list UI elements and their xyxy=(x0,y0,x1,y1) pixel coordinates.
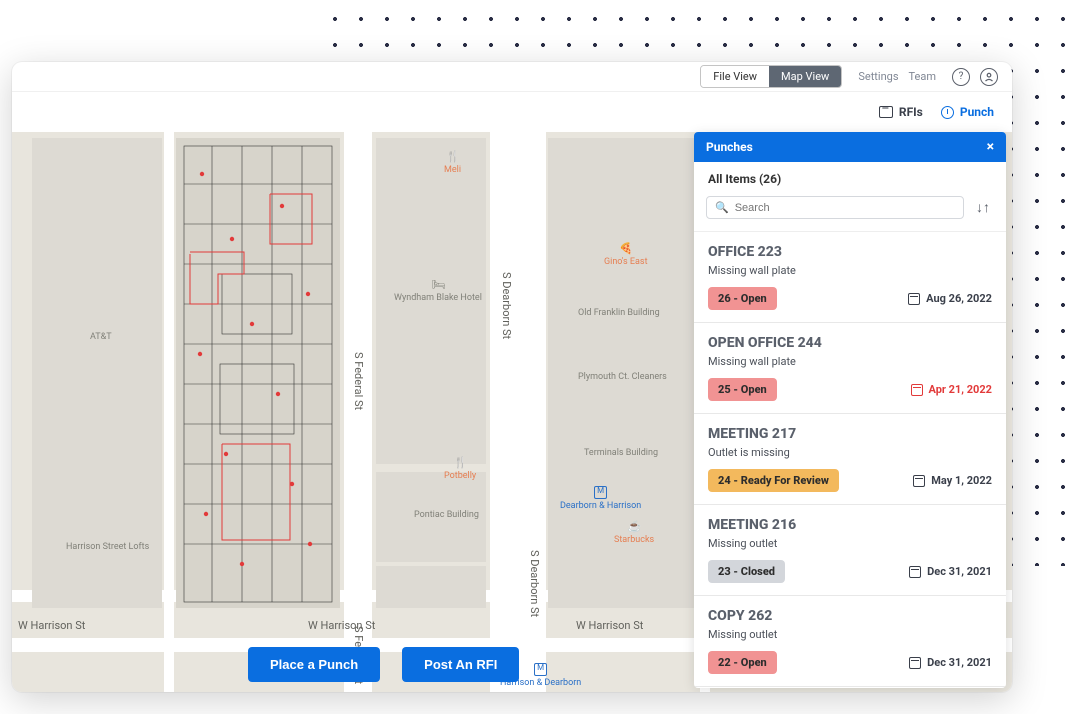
app-window: File View Map View Settings Team ? RFIs … xyxy=(12,62,1012,692)
calendar-icon xyxy=(908,293,920,305)
status-badge: 23 - Closed xyxy=(708,560,785,583)
punch-title: OPEN OFFICE 244 xyxy=(708,335,992,351)
status-badge: 26 - Open xyxy=(708,287,777,310)
team-link[interactable]: Team xyxy=(909,70,937,83)
punches-panel: Punches × All Items (26) 🔍 ↓↑ OFFICE 223… xyxy=(694,132,1006,688)
file-view-button[interactable]: File View xyxy=(701,66,769,87)
poi-label: AT&T xyxy=(90,332,112,344)
restaurant-icon xyxy=(454,456,467,469)
punch-icon xyxy=(941,106,954,119)
help-icon[interactable]: ? xyxy=(952,68,970,86)
punch-item[interactable]: COPY 262 Missing outlet 22 - Open Dec 31… xyxy=(694,595,1006,686)
search-icon: 🔍 xyxy=(715,201,729,214)
poi-starbucks: Starbucks xyxy=(614,520,654,547)
panel-title: Punches xyxy=(706,140,753,154)
post-rfi-button[interactable]: Post An RFI xyxy=(402,647,519,682)
search-row: 🔍 ↓↑ xyxy=(694,190,1006,232)
punch-date: May 1, 2022 xyxy=(913,474,992,487)
poi-label: Harrison Street Lofts xyxy=(66,542,149,554)
punch-description: Missing wall plate xyxy=(708,355,992,368)
street-label: W Harrison St xyxy=(18,619,85,632)
rfis-icon xyxy=(879,106,893,118)
calendar-icon xyxy=(909,657,921,669)
punch-item[interactable]: OPEN OFFICE 244 Missing wall plate 25 - … xyxy=(694,322,1006,413)
tab-label: Punch xyxy=(960,105,994,119)
map-building xyxy=(32,138,162,608)
search-box: 🔍 xyxy=(706,196,964,219)
punch-title: OFFICE 223 xyxy=(708,244,992,260)
punch-date: Dec 31, 2021 xyxy=(909,565,992,578)
floorplan-overlay xyxy=(182,144,334,604)
search-input[interactable] xyxy=(735,202,955,214)
status-badge: 22 - Open xyxy=(708,651,777,674)
road xyxy=(344,132,372,692)
poi-metro-dh: Dearborn & Harrison xyxy=(560,486,641,513)
calendar-icon xyxy=(909,566,921,578)
metro-icon xyxy=(534,663,547,676)
sort-button[interactable]: ↓↑ xyxy=(972,197,994,219)
map-action-buttons: Place a Punch Post An RFI xyxy=(248,647,519,682)
calendar-icon xyxy=(911,384,923,396)
tab-label: RFIs xyxy=(899,105,923,119)
poi-label: Plymouth Ct. Cleaners xyxy=(578,372,667,384)
punch-description: Missing wall plate xyxy=(708,264,992,277)
coffee-icon xyxy=(628,520,641,533)
street-label: S Dearborn St xyxy=(528,550,541,617)
tab-punch[interactable]: Punch xyxy=(941,105,994,119)
punch-title: COPY 262 xyxy=(708,608,992,624)
punch-list: OFFICE 223 Missing wall plate 26 - Open … xyxy=(694,232,1006,688)
punch-date: Aug 26, 2022 xyxy=(908,292,992,305)
punch-item[interactable]: MEETING 217 Outlet is missing 24 - Ready… xyxy=(694,413,1006,504)
punch-item[interactable]: OFFICE 240 xyxy=(694,686,1006,688)
poi-label: Old Franklin Building xyxy=(578,308,660,320)
punch-description: Missing outlet xyxy=(708,537,992,550)
map-view-button[interactable]: Map View xyxy=(769,66,841,87)
tab-rfis[interactable]: RFIs xyxy=(879,105,923,119)
poi-hotel: Wyndham Blake Hotel xyxy=(394,278,482,305)
poi-label: Terminals Building xyxy=(584,448,658,460)
metro-icon xyxy=(594,486,607,499)
map-building xyxy=(376,566,486,608)
account-icon[interactable] xyxy=(980,68,998,86)
place-punch-button[interactable]: Place a Punch xyxy=(248,647,380,682)
panel-header: Punches × xyxy=(694,132,1006,162)
poi-meli: Meli xyxy=(444,150,461,177)
poi-label: Pontiac Building xyxy=(414,510,479,522)
street-label: W Harrison St xyxy=(308,619,375,632)
punch-item[interactable]: OFFICE 223 Missing wall plate 26 - Open … xyxy=(694,232,1006,322)
pizza-icon xyxy=(619,242,632,255)
top-icons: ? xyxy=(952,68,998,86)
poi-ginos: Gino's East xyxy=(604,242,648,269)
view-toggle-group: File View Map View xyxy=(700,65,842,88)
restaurant-icon xyxy=(446,150,459,163)
punch-description: Missing outlet xyxy=(708,628,992,641)
top-links: Settings Team xyxy=(858,70,936,83)
settings-link[interactable]: Settings xyxy=(858,70,898,83)
punch-item[interactable]: MEETING 216 Missing outlet 23 - Closed D… xyxy=(694,504,1006,595)
panel-subtitle: All Items (26) xyxy=(694,162,1006,190)
hotel-icon xyxy=(431,278,444,291)
calendar-icon xyxy=(913,475,925,487)
close-icon[interactable]: × xyxy=(987,139,994,155)
punch-description: Outlet is missing xyxy=(708,446,992,459)
street-label: W Harrison St xyxy=(576,619,643,632)
status-badge: 25 - Open xyxy=(708,378,777,401)
punch-date: Apr 21, 2022 xyxy=(911,383,992,396)
status-badge: 24 - Ready For Review xyxy=(708,469,839,492)
sub-toolbar: RFIs Punch xyxy=(12,92,1012,132)
road xyxy=(164,132,174,692)
street-label: S Dearborn St xyxy=(500,272,513,339)
poi-potbelly: Potbelly xyxy=(444,456,476,483)
punch-title: MEETING 217 xyxy=(708,426,992,442)
punch-date: Dec 31, 2021 xyxy=(909,656,992,669)
punch-title: MEETING 216 xyxy=(708,517,992,533)
street-label: S Federal St xyxy=(352,352,365,410)
top-toolbar: File View Map View Settings Team ? xyxy=(12,62,1012,92)
